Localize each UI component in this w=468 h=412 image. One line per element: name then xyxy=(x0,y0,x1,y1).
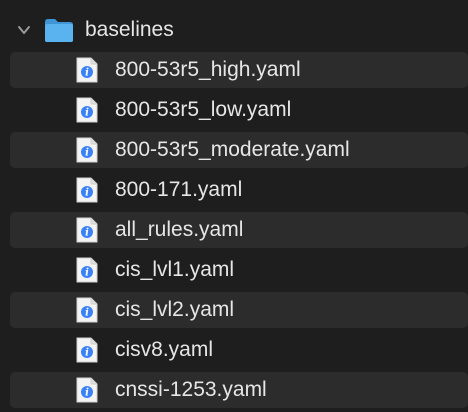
yaml-file-icon: i xyxy=(76,257,98,283)
svg-text:i: i xyxy=(85,108,89,119)
file-name: cisv8.yaml xyxy=(115,338,214,361)
svg-text:i: i xyxy=(85,308,89,319)
yaml-file-icon: i xyxy=(76,337,98,363)
file-row[interactable]: i cisv8.yaml xyxy=(10,332,468,368)
svg-text:i: i xyxy=(85,188,89,199)
file-name: cis_lvl2.yaml xyxy=(115,298,235,321)
file-name: 800-171.yaml xyxy=(115,178,243,201)
yaml-file-icon: i xyxy=(76,57,98,83)
file-name: 800-53r5_moderate.yaml xyxy=(115,138,350,161)
folder-name: baselines xyxy=(85,18,174,41)
svg-text:i: i xyxy=(85,268,89,279)
file-name: 800-53r5_low.yaml xyxy=(115,98,292,121)
file-name: cnssi-1253.yaml xyxy=(115,378,267,401)
yaml-file-icon: i xyxy=(76,377,98,403)
svg-text:i: i xyxy=(85,148,89,159)
yaml-file-icon: i xyxy=(76,177,98,203)
file-row[interactable]: i 800-53r5_high.yaml xyxy=(10,52,468,88)
file-row[interactable]: i 800-171.yaml xyxy=(10,172,468,208)
svg-text:i: i xyxy=(85,228,89,239)
file-row[interactable]: i all_rules.yaml xyxy=(10,212,468,248)
file-name: 800-53r5_high.yaml xyxy=(115,58,301,81)
svg-text:i: i xyxy=(85,68,89,79)
file-row[interactable]: i 800-53r5_moderate.yaml xyxy=(10,132,468,168)
svg-text:i: i xyxy=(85,388,89,399)
chevron-down-icon[interactable] xyxy=(16,22,32,38)
file-row[interactable]: i cis_lvl1.yaml xyxy=(10,252,468,288)
yaml-file-icon: i xyxy=(76,97,98,123)
file-name: all_rules.yaml xyxy=(115,218,244,241)
folder-row-baselines[interactable]: baselines xyxy=(0,12,468,48)
file-tree: baselines i 800-53r5_high.yaml i 800-53r… xyxy=(0,0,468,412)
file-name: cis_lvl1.yaml xyxy=(115,258,235,281)
yaml-file-icon: i xyxy=(76,217,98,243)
file-row[interactable]: i 800-53r5_low.yaml xyxy=(10,92,468,128)
yaml-file-icon: i xyxy=(76,137,98,163)
file-row[interactable]: i cis_lvl2.yaml xyxy=(10,292,468,328)
svg-text:i: i xyxy=(85,348,89,359)
folder-icon xyxy=(45,19,73,42)
file-row[interactable]: i cnssi-1253.yaml xyxy=(10,372,468,408)
yaml-file-icon: i xyxy=(76,297,98,323)
